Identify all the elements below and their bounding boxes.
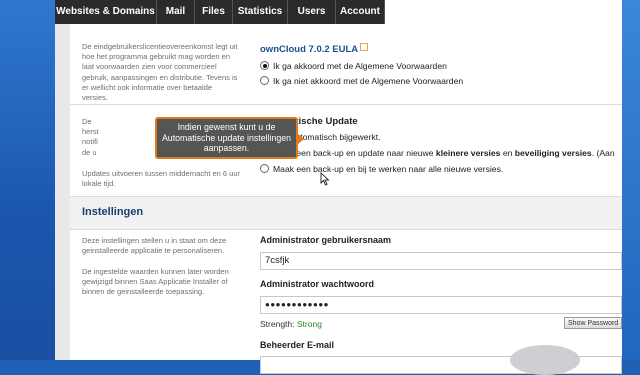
tab-websites-domains[interactable]: Websites & Domains: [55, 0, 157, 24]
admin-password-input[interactable]: ●●●●●●●●●●●●: [260, 296, 622, 314]
tab-account[interactable]: Account: [336, 0, 385, 24]
update-option-minor-mid: en: [500, 148, 515, 158]
top-nav-tabs: Websites & Domains Mail Files Statistics…: [55, 0, 622, 24]
eula-decline-option[interactable]: Ik ga niet akkoord met de Algemene Voorw…: [260, 76, 463, 86]
update-option-all[interactable]: Maak een back-up en bij te werken naar a…: [260, 164, 503, 174]
install-form-panel: De eindgebruikerslicentieovereenkomst le…: [70, 24, 622, 374]
external-link-icon: [360, 43, 369, 51]
overlay-shape: [510, 345, 580, 375]
password-strength: Strength: Strong: [260, 319, 322, 329]
divider: [70, 104, 622, 105]
browser-content: Websites & Domains Mail Files Statistics…: [55, 0, 622, 375]
tab-statistics[interactable]: Statistics: [233, 0, 288, 24]
settings-description: Deze instellingen stellen u in staat om …: [82, 236, 227, 256]
admin-username-input[interactable]: 7csfjk: [260, 252, 622, 270]
radio-accept[interactable]: [260, 61, 269, 70]
tutorial-tooltip: Indien gewenst kunt u de Automatische up…: [155, 117, 304, 159]
radio-decline[interactable]: [260, 76, 269, 85]
admin-username-label: Administrator gebruikersnaam: [260, 235, 392, 245]
tab-users[interactable]: Users: [288, 0, 336, 24]
eula-title-text[interactable]: ownCloud 7.0.2 EULA: [260, 44, 358, 55]
settings-header: Instellingen: [70, 196, 622, 230]
tab-files[interactable]: Files: [195, 0, 233, 24]
settings-note: De ingestelde waarden kunnen later worde…: [82, 267, 229, 297]
strength-label: Strength:: [260, 319, 295, 329]
update-description-partial: De herst notifi de u: [82, 117, 99, 157]
desktop-background-right: [622, 0, 640, 360]
update-option-minor-bold1: kleinere versies: [435, 148, 501, 158]
eula-description: De eindgebruikerslicentieovereenkomst le…: [82, 42, 238, 103]
admin-password-label: Administrator wachtwoord: [260, 279, 375, 289]
tab-mail[interactable]: Mail: [157, 0, 195, 24]
update-option-minor[interactable]: Maak een back-up en update naar nieuwe k…: [260, 148, 615, 158]
eula-accept-option[interactable]: Ik ga akkoord met de Algemene Voorwaarde…: [260, 61, 447, 71]
eula-decline-label: Ik ga niet akkoord met de Algemene Voorw…: [273, 76, 464, 86]
desktop-background-left: [0, 0, 55, 360]
update-time-note: Updates uitvoeren tussen middernacht en …: [82, 169, 241, 189]
eula-accept-label: Ik ga akkoord met de Algemene Voorwaarde…: [273, 61, 447, 71]
eula-title[interactable]: ownCloud 7.0.2 EULA: [260, 43, 369, 55]
update-option-minor-bold2: beveiliging versies: [514, 148, 592, 158]
update-option-minor-suffix: . (Aan: [591, 148, 615, 158]
mouse-cursor-icon: [320, 172, 330, 186]
settings-title: Instellingen: [82, 206, 144, 218]
show-password-button[interactable]: Show Password: [564, 317, 622, 329]
radio-all-update[interactable]: [260, 164, 269, 173]
admin-email-label: Beheerder E-mail: [260, 340, 335, 350]
strength-value: Strong: [296, 319, 322, 329]
update-option-all-label: Maak een back-up en bij te werken naar a…: [273, 164, 504, 174]
